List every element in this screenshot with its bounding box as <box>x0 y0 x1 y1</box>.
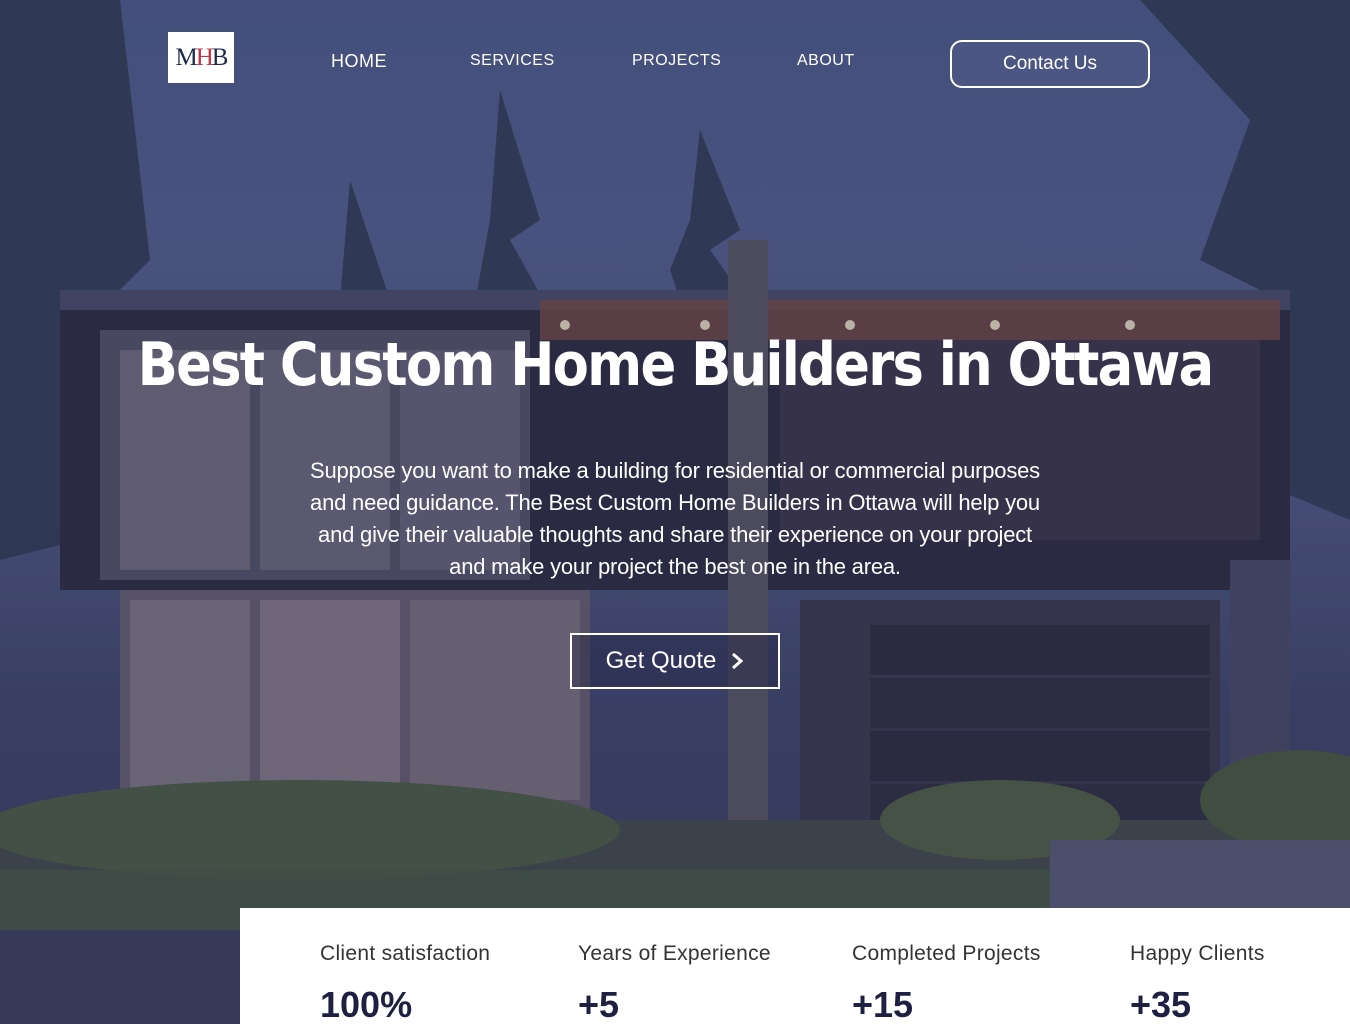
stat-label: Completed Projects <box>852 942 1041 965</box>
hero-description: Suppose you want to make a building for … <box>310 458 1040 579</box>
stat-label: Years of Experience <box>578 942 771 965</box>
logo-letter-b: B <box>211 43 229 71</box>
stat-label: Happy Clients <box>1130 942 1265 965</box>
get-quote-label: Get Quote <box>605 647 717 674</box>
nav-item-about[interactable]: ABOUT <box>797 52 855 70</box>
logo-letter-m: M <box>175 43 198 71</box>
contact-us-button[interactable]: Contact Us <box>950 40 1150 88</box>
chevron-right-icon <box>732 652 744 670</box>
stat-label: Client satisfaction <box>320 942 491 965</box>
stat-value: +5 <box>578 984 620 1024</box>
stat-value: +15 <box>852 984 914 1024</box>
stat-value: 100% <box>320 984 413 1024</box>
get-quote-button[interactable]: Get Quote <box>570 633 780 689</box>
logo-letter-h: H <box>195 43 214 71</box>
stats-panel: Client satisfaction 100% Years of Experi… <box>240 908 1350 1024</box>
nav-item-projects[interactable]: PROJECTS <box>632 52 721 70</box>
brand-logo[interactable]: MHB <box>168 32 234 83</box>
nav-item-home[interactable]: HOME <box>331 51 387 72</box>
nav-item-services[interactable]: SERVICES <box>470 52 555 70</box>
stat-value: +35 <box>1130 984 1192 1024</box>
hero-title: Best Custom Home Builders in Ottawa <box>137 330 1215 400</box>
